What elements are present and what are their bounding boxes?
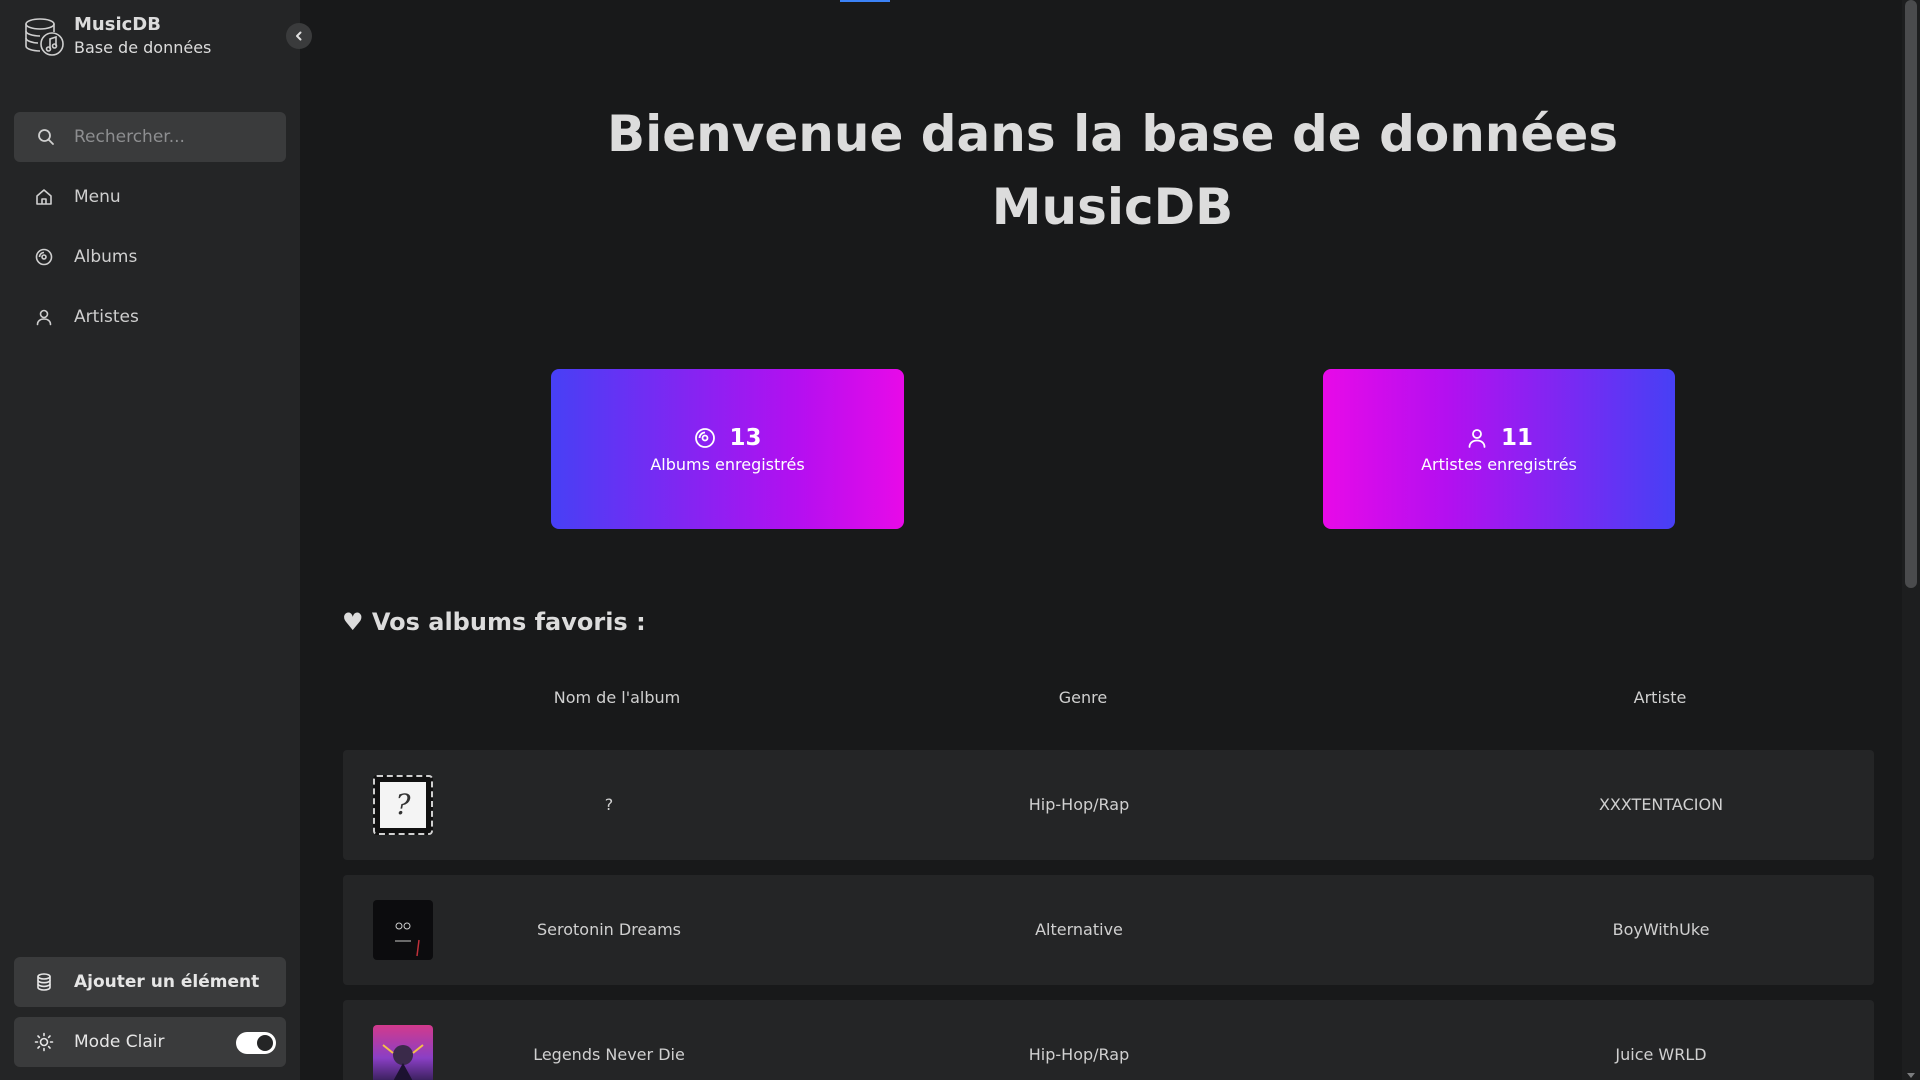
album-cover [373, 1025, 433, 1080]
albums-stat-card[interactable]: 13 Albums enregistrés [551, 369, 904, 529]
sidebar-item-label: Albums [74, 247, 138, 267]
artists-stat-label: Artistes enregistrés [1421, 454, 1577, 474]
album-art [395, 922, 420, 957]
collapse-sidebar-button[interactable] [286, 23, 312, 49]
search-input[interactable] [74, 127, 264, 147]
scrollbar-thumb[interactable] [1905, 0, 1917, 588]
album-genre: Hip-Hop/Rap [1028, 795, 1130, 814]
database-music-icon [25, 18, 64, 56]
album-name: Legends Never Die [533, 1045, 685, 1064]
home-icon [36, 189, 52, 205]
add-element-button[interactable]: Ajouter un élément [14, 957, 286, 1007]
chevron-left-icon [296, 31, 302, 41]
album-art [382, 1044, 424, 1080]
database-icon [37, 973, 51, 991]
light-mode-row: Mode Clair [14, 1017, 286, 1067]
column-header-genre: Genre [1058, 688, 1108, 707]
sidebar-item-menu[interactable]: Menu [14, 172, 286, 222]
scroll-down-arrow-icon[interactable] [1907, 1073, 1915, 1078]
table-row[interactable]: Legends Never Die Hip-Hop/Rap Juice WRLD [343, 1000, 1874, 1080]
column-header-artist: Artiste [1633, 688, 1687, 707]
album-name: ? [604, 795, 614, 814]
disc-icon [695, 427, 716, 448]
artists-count: 11 [1500, 424, 1533, 451]
main-content: Bienvenue dans la base de données MusicD… [300, 0, 1902, 1080]
album-cover: ? [373, 775, 433, 835]
light-mode-toggle[interactable] [236, 1032, 276, 1054]
user-icon [1468, 428, 1486, 448]
sidebar: MusicDB Base de données Menu Albums [0, 0, 312, 1080]
sidebar-item-label: Menu [74, 187, 121, 207]
brand[interactable]: MusicDB Base de données [22, 14, 211, 60]
album-artist: BoyWithUke [1612, 920, 1710, 939]
add-element-label: Ajouter un élément [74, 972, 260, 992]
page-scrollbar[interactable] [1902, 0, 1920, 1080]
search-box[interactable] [14, 112, 286, 162]
sidebar-item-artistes[interactable]: Artistes [14, 292, 286, 342]
albums-stat-label: Albums enregistrés [650, 454, 805, 474]
page-title-line-1: Bienvenue dans la base de données [607, 105, 1618, 163]
album-cover [373, 900, 433, 960]
table-row[interactable]: Serotonin Dreams Alternative BoyWithUke [343, 875, 1874, 985]
search-icon [38, 129, 54, 145]
album-artist: XXXTENTACION [1598, 795, 1724, 814]
top-indicator [840, 0, 890, 2]
favorites-title: ♥ Vos albums favoris : [342, 608, 646, 636]
sun-icon [34, 1032, 54, 1052]
artists-stat-card[interactable]: 11 Artistes enregistrés [1323, 369, 1675, 529]
page-title-line-2: MusicDB [991, 178, 1234, 236]
table-row[interactable]: ? ? Hip-Hop/Rap XXXTENTACION [343, 750, 1874, 860]
sidebar-item-label: Artistes [74, 307, 139, 327]
toggle-knob [257, 1035, 273, 1051]
albums-count: 13 [729, 424, 762, 451]
album-artist: Juice WRLD [1615, 1045, 1707, 1064]
page-title: Bienvenue dans la base de données MusicD… [300, 98, 1920, 244]
app-subtitle: Base de données [74, 38, 212, 57]
disc-icon [35, 248, 53, 266]
sidebar-item-albums[interactable]: Albums [14, 232, 286, 282]
album-name: Serotonin Dreams [536, 920, 682, 939]
app-title: MusicDB [74, 14, 161, 35]
light-mode-label: Mode Clair [74, 1032, 165, 1052]
user-icon [36, 309, 52, 326]
table-header: Nom de l'album Genre Artiste [342, 684, 1874, 712]
album-genre: Alternative [1035, 920, 1123, 939]
album-genre: Hip-Hop/Rap [1028, 1045, 1130, 1064]
column-header-album: Nom de l'album [553, 688, 681, 707]
